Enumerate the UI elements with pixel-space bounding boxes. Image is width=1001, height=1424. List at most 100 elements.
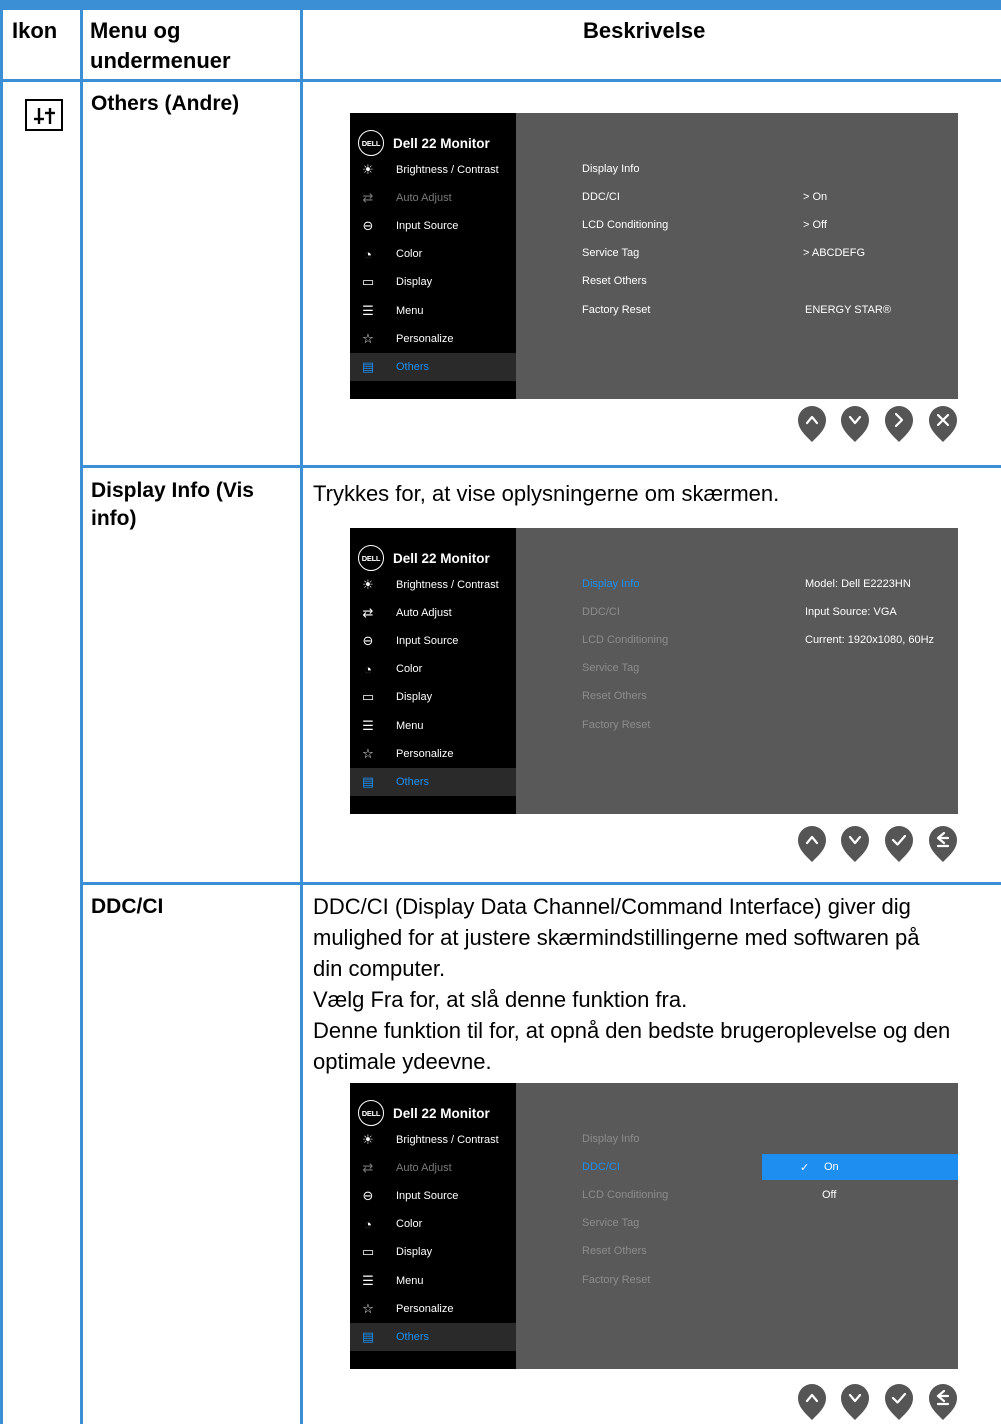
- header-menu: Menu og undermenuer: [90, 18, 231, 73]
- osd-submenu-service-tag[interactable]: Service Tag: [582, 662, 639, 674]
- osd-menu-item-display[interactable]: ▭ Display: [350, 268, 516, 296]
- osd-submenu-display-info[interactable]: Display Info: [582, 163, 639, 175]
- osd-menu-item-brightness-contrast[interactable]: ☀ Brightness / Contrast: [350, 571, 516, 599]
- osd-menu-item-personalize[interactable]: ☆ Personalize: [350, 1295, 516, 1323]
- osd-menu-label: Auto Adjust: [396, 607, 452, 619]
- row-rule-2: [80, 882, 1001, 885]
- row-title-others: Others (Andre): [91, 92, 240, 115]
- ddcci-desc-line: Vælg Fra for, at slå denne funktion fra.: [313, 987, 688, 1012]
- osd-menu-label: Others: [396, 361, 430, 373]
- osd-menu-item-others[interactable]: ▤ Others: [350, 768, 516, 796]
- osd-menu-item-personalize[interactable]: ☆ Personalize: [350, 325, 516, 353]
- left-border: [0, 0, 3, 1424]
- check-button[interactable]: [884, 1383, 914, 1421]
- osd-sidebar: DELL Dell 22 Monitor ☀ Brightness / Contr…: [350, 528, 516, 814]
- check-button[interactable]: [884, 825, 914, 863]
- osd-title: Dell 22 Monitor: [393, 550, 490, 566]
- osd-menu-item-input-source[interactable]: ⊖ Input Source: [350, 627, 516, 655]
- osd-submenu-reset-others[interactable]: Reset Others: [582, 1245, 647, 1257]
- osd-menu-item-display[interactable]: ▭ Display: [350, 683, 516, 711]
- osd-menu-item-menu[interactable]: ☰ Menu: [350, 712, 516, 740]
- osd-menu-item-others[interactable]: ▤ Others: [350, 1323, 516, 1351]
- up-arrow-button[interactable]: [797, 1383, 827, 1421]
- row-title-ddcci: DDC/CI: [91, 895, 164, 918]
- osd-submenu-factory-reset[interactable]: Factory Reset: [582, 1274, 650, 1286]
- down-arrow-icon: [841, 826, 869, 862]
- header-rule: [0, 79, 1001, 82]
- osd-menu-label: Menu: [396, 1275, 424, 1287]
- osd-others: DELL Dell 22 Monitor ☀ Brightness / Contr…: [350, 113, 958, 399]
- up-arrow-button[interactable]: [797, 405, 827, 443]
- close-icon: [929, 406, 957, 442]
- row-title-display-info: Display Info (Vis info): [91, 479, 254, 530]
- osd-menu-label: Display: [396, 1246, 433, 1258]
- osd-menu-label: Color: [396, 1218, 423, 1230]
- input-source-icon: ⊖: [362, 1188, 374, 1203]
- osd-submenu-service-tag[interactable]: Service Tag: [582, 247, 639, 259]
- osd-menu-item-input-source[interactable]: ⊖ Input Source: [350, 1182, 516, 1210]
- input-source-icon: ⊖: [362, 218, 374, 233]
- osd-menu-item-input-source[interactable]: ⊖ Input Source: [350, 212, 516, 240]
- dell-logo: DELL: [358, 1100, 384, 1126]
- osd-value-2: > ABCDEFG: [803, 247, 866, 259]
- check-icon: [885, 1384, 913, 1420]
- osd-menu-label: Display: [396, 276, 433, 288]
- osd-menu-label: Menu: [396, 720, 424, 732]
- osd-menu-item-menu[interactable]: ☰ Menu: [350, 297, 516, 325]
- down-arrow-button[interactable]: [840, 1383, 870, 1421]
- back-button[interactable]: [928, 1383, 958, 1421]
- up-arrow-icon: [798, 1384, 826, 1420]
- osd-submenu-ddc-ci[interactable]: DDC/CI: [582, 606, 620, 618]
- back-button[interactable]: [928, 825, 958, 863]
- ddcci-on-highlight[interactable]: [762, 1154, 958, 1180]
- osd-menu-item-menu[interactable]: ☰ Menu: [350, 1267, 516, 1295]
- osd-menu-label: Others: [396, 776, 430, 788]
- osd-submenu-display-info[interactable]: Display Info: [582, 1133, 639, 1145]
- header-icon: Ikon: [12, 18, 58, 43]
- display-icon: ▭: [361, 689, 375, 704]
- check-icon: [885, 826, 913, 862]
- osd-submenu-factory-reset[interactable]: Factory Reset: [582, 304, 650, 316]
- osd-submenu-lcd-conditioning[interactable]: LCD Conditioning: [582, 219, 668, 231]
- right-arrow-button[interactable]: [884, 405, 914, 443]
- osd-menu-item-others[interactable]: ▤ Others: [350, 353, 516, 381]
- up-arrow-button[interactable]: [797, 825, 827, 863]
- osd-menu-label: Brightness / Contrast: [396, 579, 499, 591]
- dell-logo: DELL: [358, 545, 384, 571]
- osd-submenu-ddc-ci[interactable]: DDC/CI: [582, 191, 620, 203]
- osd-menu-item-brightness-contrast[interactable]: ☀ Brightness / Contrast: [350, 156, 516, 184]
- osd-submenu-lcd-conditioning[interactable]: LCD Conditioning: [582, 1189, 668, 1201]
- osd-submenu-lcd-conditioning[interactable]: LCD Conditioning: [582, 634, 668, 646]
- osd-menu-item-color[interactable]: ◔ Color: [350, 1210, 516, 1238]
- osd-submenu-reset-others[interactable]: Reset Others: [582, 275, 647, 287]
- others-icon: ▤: [361, 1329, 375, 1344]
- osd-menu-item-auto-adjust[interactable]: ⇄ Auto Adjust: [350, 184, 516, 212]
- personalize-star-icon: ☆: [362, 746, 374, 761]
- down-arrow-button[interactable]: [840, 825, 870, 863]
- osd-sidebar: DELL Dell 22 Monitor ☀ Brightness / Contr…: [350, 113, 516, 399]
- osd-menu-item-brightness-contrast[interactable]: ☀ Brightness / Contrast: [350, 1126, 516, 1154]
- osd-menu-item-color[interactable]: ◔ Color: [350, 655, 516, 683]
- osd-sidebar: DELL Dell 22 Monitor ☀ Brightness / Contr…: [350, 1083, 516, 1369]
- col-divider-2: [300, 0, 303, 1424]
- osd-submenu-factory-reset[interactable]: Factory Reset: [582, 719, 650, 731]
- osd-submenu-reset-others[interactable]: Reset Others: [582, 690, 647, 702]
- energy-star-label: ENERGY STAR®: [805, 304, 891, 316]
- right-arrow-icon: [885, 406, 913, 442]
- down-arrow-button[interactable]: [840, 405, 870, 443]
- header-description: Beskrivelse: [583, 18, 706, 43]
- others-icon: ▤: [361, 774, 375, 789]
- osd-submenu-service-tag[interactable]: Service Tag: [582, 1217, 639, 1229]
- osd-menu-item-display[interactable]: ▭ Display: [350, 1238, 516, 1266]
- osd-menu-label: Menu: [396, 305, 424, 317]
- osd-submenu-display-info[interactable]: Display Info: [582, 578, 639, 590]
- osd-submenu-ddc-ci[interactable]: DDC/CI: [582, 1161, 620, 1173]
- osd-menu-label: Color: [396, 248, 423, 260]
- osd-menu-item-color[interactable]: ◔ Color: [350, 240, 516, 268]
- osd-menu-item-auto-adjust[interactable]: ⇄ Auto Adjust: [350, 1154, 516, 1182]
- close-button[interactable]: [928, 405, 958, 443]
- display-icon: ▭: [361, 274, 375, 289]
- osd-menu-item-personalize[interactable]: ☆ Personalize: [350, 740, 516, 768]
- osd-menu-item-auto-adjust[interactable]: ⇄ Auto Adjust: [350, 599, 516, 627]
- display-icon: ▭: [361, 1244, 375, 1259]
